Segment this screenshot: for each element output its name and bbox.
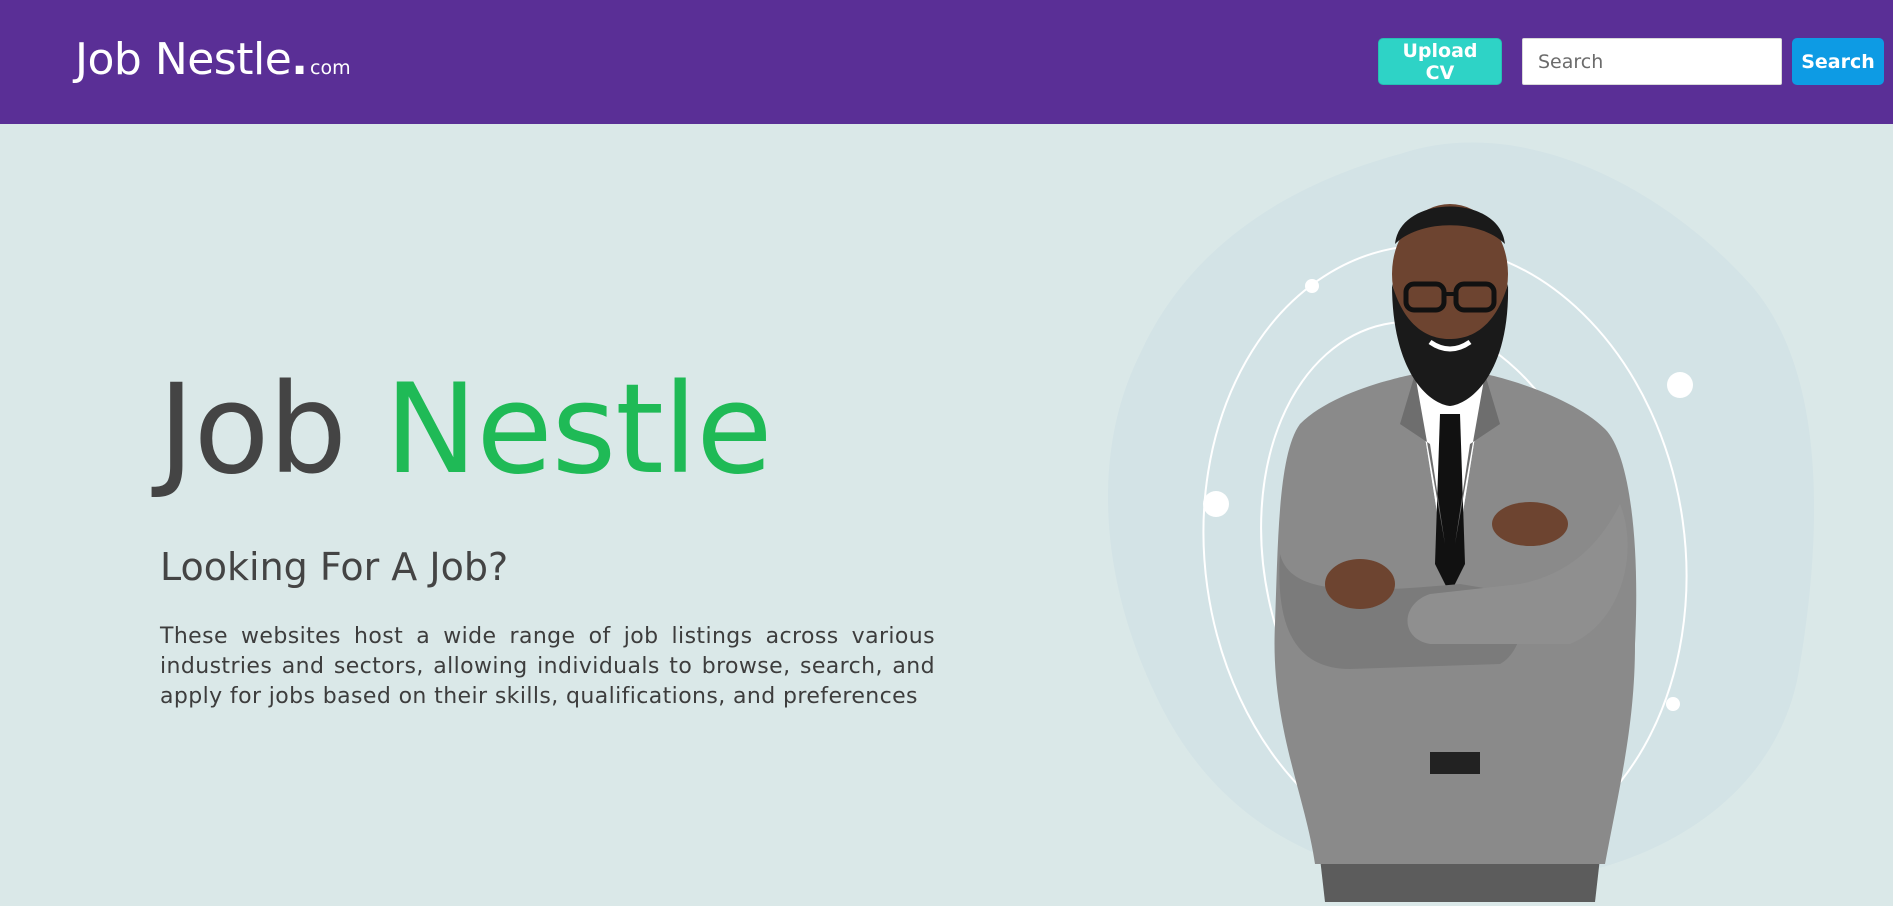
hero-description: These websites host a wide range of job … (160, 624, 935, 709)
hero-title: Job Nestle (158, 368, 773, 492)
businessman-illustration-icon (1107, 142, 1815, 902)
upload-cv-button[interactable]: Upload CV (1378, 38, 1502, 85)
hero-subtitle: Looking For A Job? (160, 545, 509, 589)
brand-name: Job Nestle (75, 34, 292, 85)
search-input[interactable] (1522, 38, 1782, 85)
hero-image (1100, 124, 1893, 902)
orbit-dot (1667, 372, 1693, 398)
orbit-dot (1305, 279, 1319, 293)
top-navbar: Job Nestle. com Upload CV Search (0, 0, 1893, 124)
brand-logo[interactable]: Job Nestle. com (75, 34, 351, 85)
hand-left (1492, 502, 1568, 546)
belt (1430, 752, 1480, 774)
hero-title-accent: Nestle (384, 358, 773, 502)
orbit-dot (1666, 697, 1680, 711)
orbit-dot (1203, 491, 1229, 517)
brand-dot: . (291, 34, 308, 85)
hero-title-primary: Job (158, 358, 347, 502)
search-button[interactable]: Search (1792, 38, 1884, 85)
tie (1435, 414, 1465, 594)
hand-right (1325, 559, 1395, 609)
brand-tld: com (310, 57, 351, 79)
